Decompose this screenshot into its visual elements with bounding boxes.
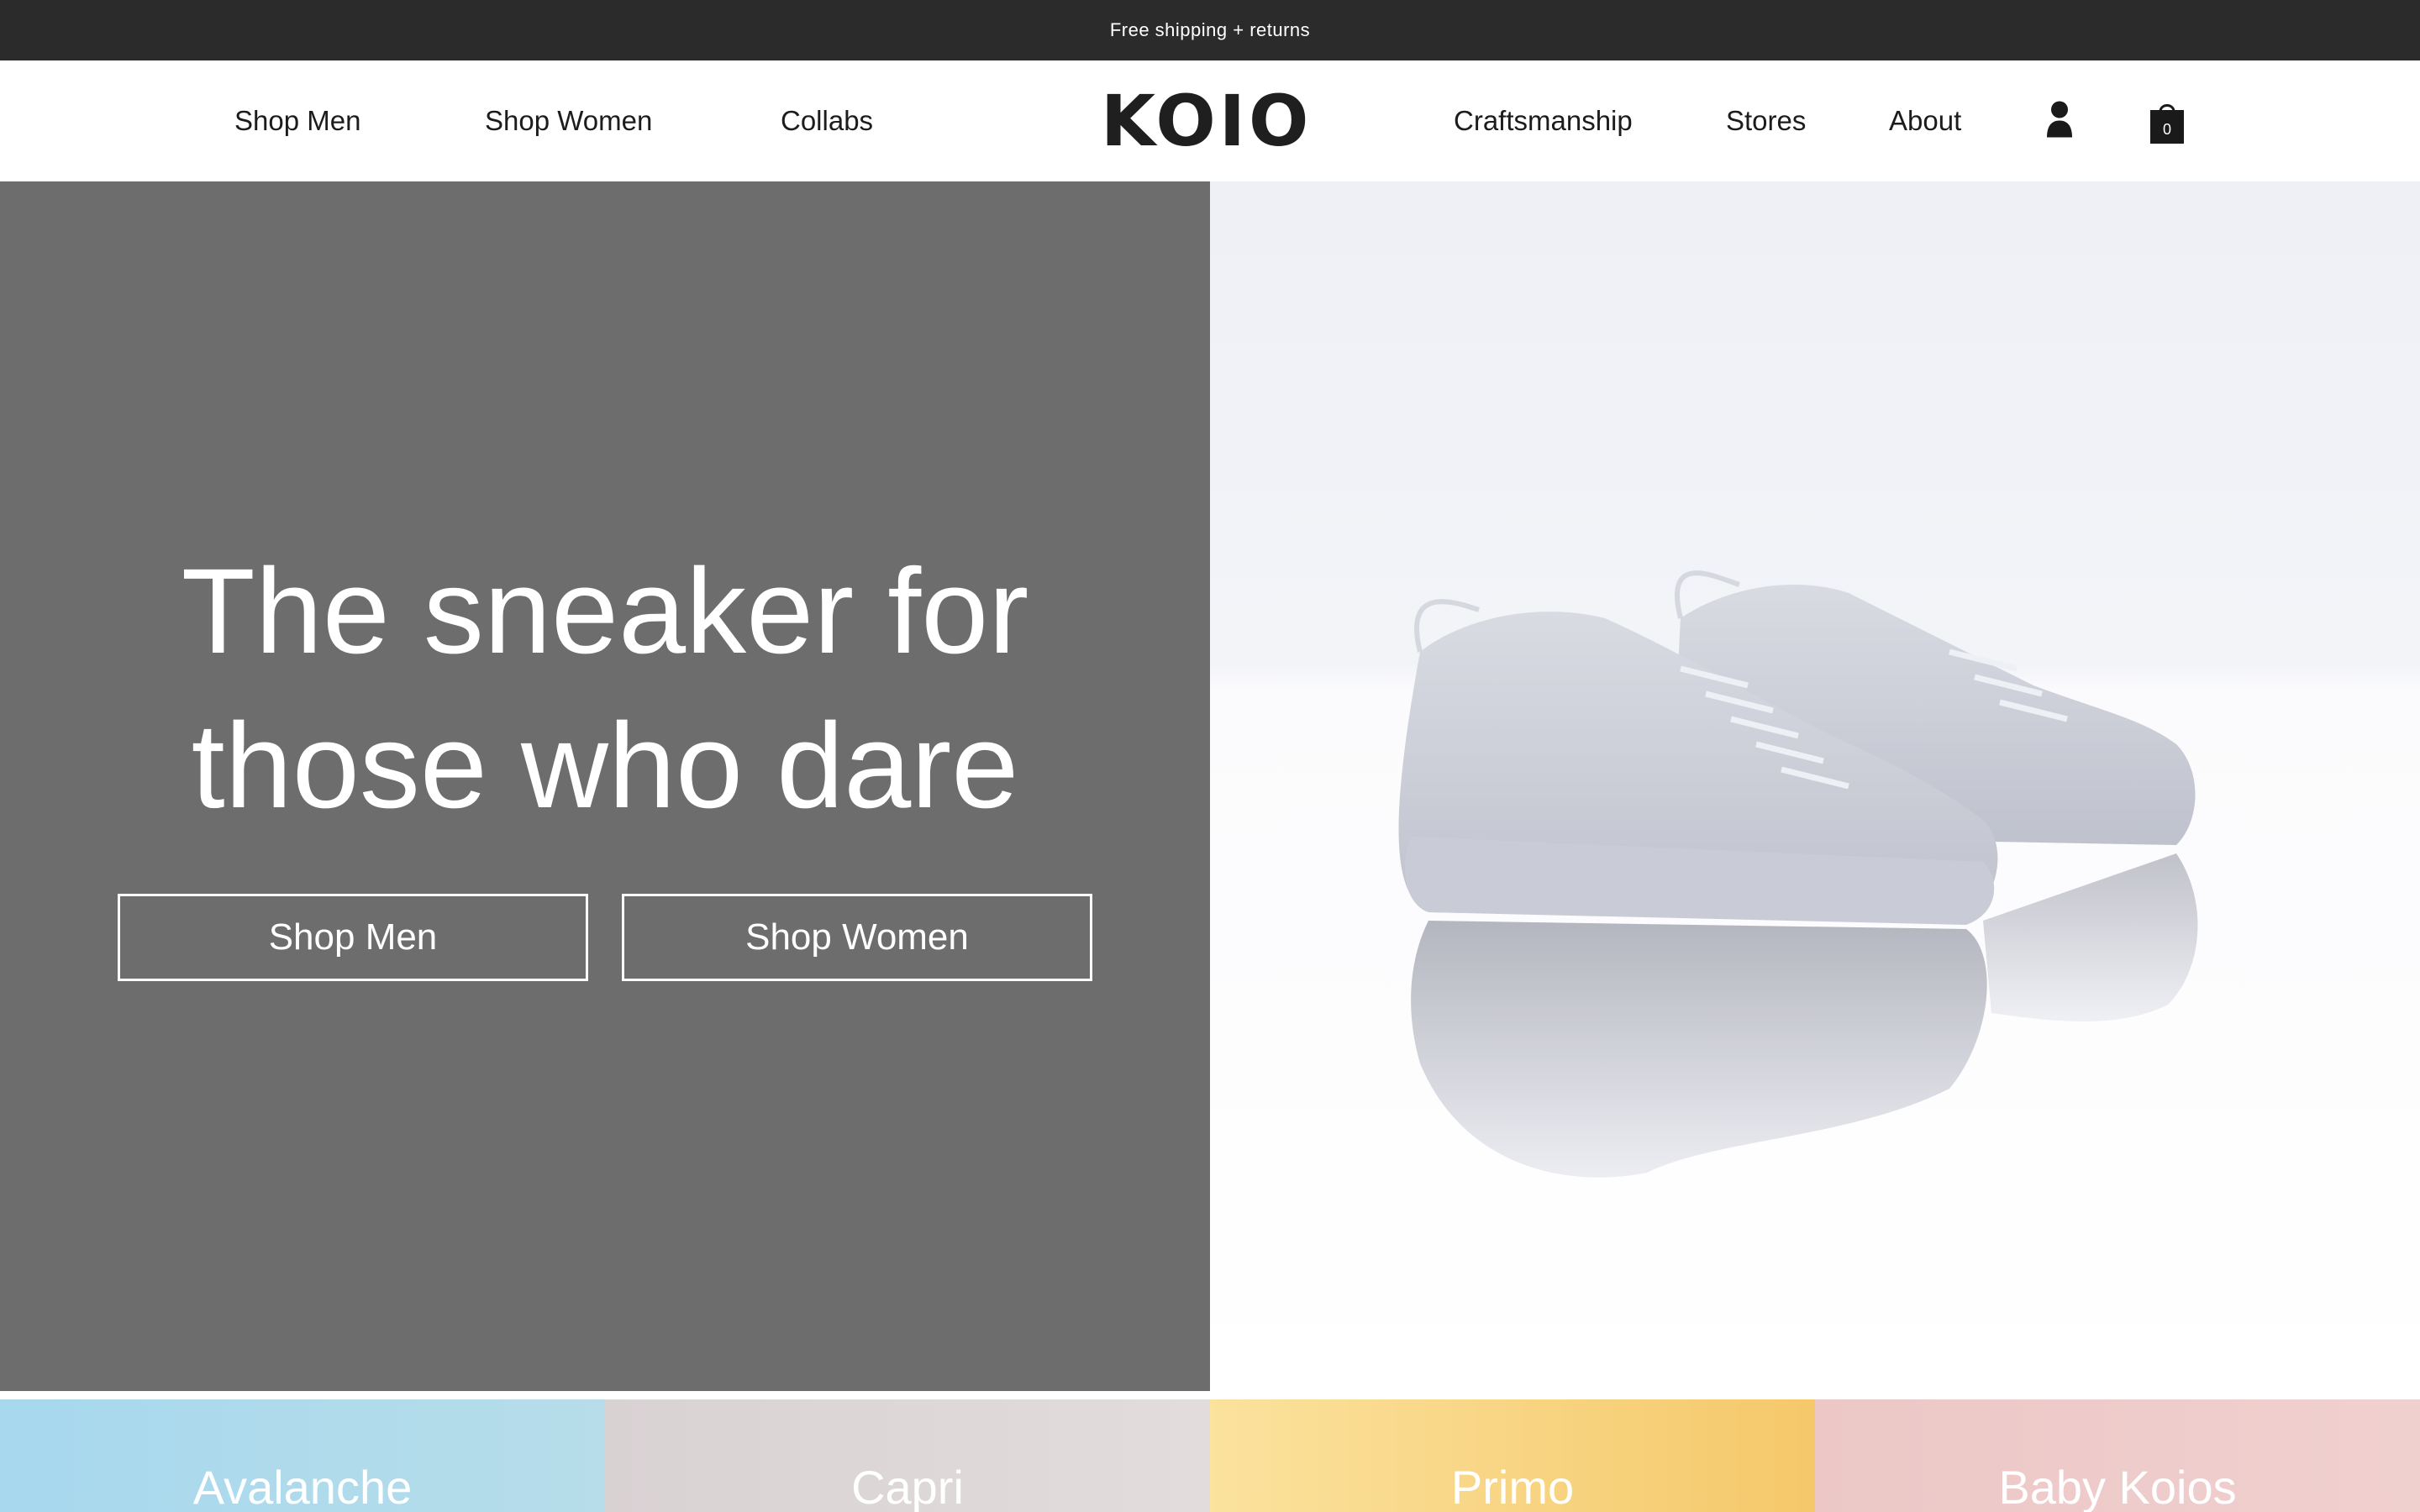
hero-image: [1210, 181, 2420, 1391]
collection-label: Primo: [1450, 1461, 1575, 1512]
hero-title: The sneaker for those who dare: [0, 534, 1210, 843]
hero-section: The sneaker for those who dare Shop Men …: [0, 181, 2420, 1391]
nav-stores[interactable]: Stores: [1726, 105, 1806, 137]
nav-collabs[interactable]: Collabs: [781, 105, 873, 137]
nav-shop-men[interactable]: Shop Men: [234, 105, 360, 137]
collection-label: Avalanche: [192, 1461, 413, 1512]
hero-shop-women-button[interactable]: Shop Women: [622, 894, 1092, 981]
cart-button[interactable]: 0: [2149, 98, 2185, 144]
promo-text: Free shipping + returns: [1109, 19, 1311, 40]
nav-shop-women[interactable]: Shop Women: [485, 105, 652, 137]
hero-title-line-1: The sneaker for: [181, 543, 1029, 679]
hero-shop-men-button[interactable]: Shop Men: [118, 894, 588, 981]
nav-about[interactable]: About: [1889, 105, 1961, 137]
user-icon: [2047, 101, 2072, 138]
section-divider: [0, 1391, 2420, 1399]
collection-label: Baby Koios: [1998, 1461, 2237, 1512]
promo-bar: Free shipping + returns: [0, 0, 2420, 60]
account-button[interactable]: [2045, 101, 2074, 142]
collection-tile-avalanche[interactable]: Avalanche: [0, 1399, 605, 1512]
koio-logo[interactable]: KOIO: [1101, 80, 1312, 162]
nav-craftsmanship[interactable]: Craftsmanship: [1454, 105, 1633, 137]
collection-tile-baby-koios[interactable]: Baby Koios: [1815, 1399, 2420, 1512]
collections-row: Avalanche Capri Primo Baby Koios: [0, 1399, 2420, 1512]
cart-count: 0: [2162, 121, 2171, 138]
site-header: Shop Men Shop Women Collabs KOIO Craftsm…: [0, 60, 2420, 182]
collection-tile-capri[interactable]: Capri: [605, 1399, 1210, 1512]
collection-tile-primo[interactable]: Primo: [1210, 1399, 1815, 1512]
sneaker-image: [1398, 570, 2198, 1178]
collection-label: Capri: [851, 1461, 964, 1512]
hero-title-line-2: those who dare: [191, 698, 1019, 833]
hero-text-panel: The sneaker for those who dare Shop Men …: [0, 181, 1210, 1391]
